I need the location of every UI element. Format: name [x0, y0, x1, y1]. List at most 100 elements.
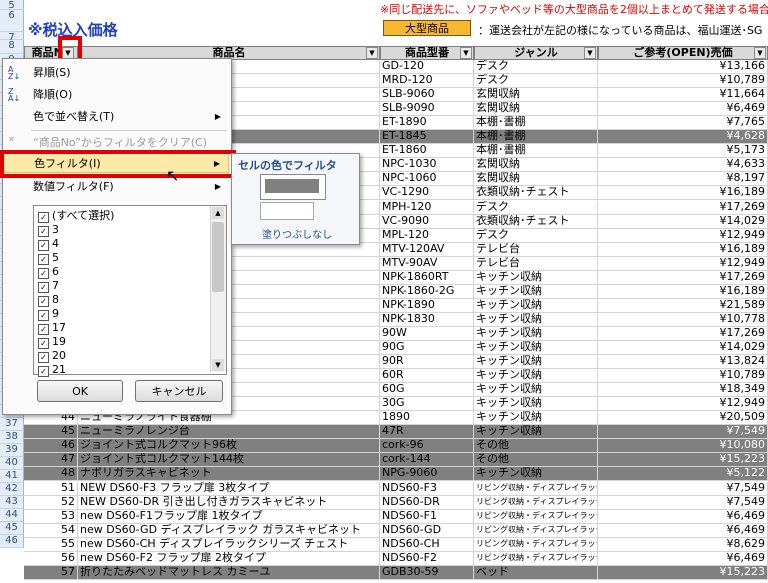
- cell-model[interactable]: 30G: [380, 397, 474, 412]
- cell-model[interactable]: GDB30-59: [380, 565, 474, 580]
- cell-no[interactable]: 52: [24, 495, 78, 510]
- row-header[interactable]: 6: [0, 10, 24, 32]
- cell-no[interactable]: 51: [24, 481, 78, 496]
- checkbox-icon[interactable]: ✓: [38, 296, 49, 307]
- cancel-button[interactable]: キャンセル: [135, 380, 223, 402]
- cell-model[interactable]: GD-120: [380, 60, 474, 74]
- cell-model[interactable]: NDS60-F2: [380, 551, 474, 566]
- row-header[interactable]: 43: [0, 496, 24, 509]
- cell-price[interactable]: ¥4,628: [598, 130, 768, 145]
- cell-genre[interactable]: 衣類収納･チェスト: [474, 186, 598, 201]
- cell-price[interactable]: ¥5,122: [598, 467, 768, 482]
- row-header[interactable]: 40: [0, 457, 24, 470]
- cell-name[interactable]: ジョイント式コルクマット144枚: [78, 453, 380, 468]
- cell-genre[interactable]: キッチン収納: [474, 467, 598, 482]
- cell-name[interactable]: ナポリガラスキャビネット: [78, 467, 380, 482]
- cell-price[interactable]: ¥16,189: [598, 284, 768, 299]
- cell-price[interactable]: ¥7,765: [598, 116, 768, 131]
- cell-model[interactable]: NPK-1890: [380, 298, 474, 313]
- cell-price[interactable]: ¥7,549: [598, 425, 768, 440]
- cell-price[interactable]: ¥7,549: [598, 495, 768, 510]
- cell-genre[interactable]: キッチン収納: [474, 284, 598, 299]
- cell-genre[interactable]: キッチン収納: [474, 326, 598, 341]
- cell-genre[interactable]: リビング収納・ディスプレイラック: [474, 551, 598, 566]
- cell-price[interactable]: ¥12,949: [598, 228, 768, 243]
- checkbox-icon[interactable]: ✓: [38, 240, 49, 251]
- cell-name[interactable]: ジョイント式コルクマット96枚: [78, 439, 380, 454]
- checkbox-icon[interactable]: ✓: [38, 366, 49, 377]
- checkbox-icon[interactable]: ✓: [38, 338, 49, 349]
- scroll-thumb[interactable]: [212, 222, 224, 292]
- cell-name[interactable]: new DS60-F2 フラップ扉 2枚タイプ: [78, 551, 380, 566]
- cell-genre[interactable]: デスク: [474, 74, 598, 89]
- cell-genre[interactable]: キッチン収納: [474, 425, 598, 440]
- cell-genre[interactable]: 玄関収納: [474, 172, 598, 187]
- row-header[interactable]: 44: [0, 509, 24, 522]
- checkbox-icon[interactable]: ✓: [38, 282, 49, 293]
- cell-price[interactable]: ¥13,166: [598, 60, 768, 74]
- row-header[interactable]: 42: [0, 483, 24, 496]
- cell-price[interactable]: ¥14,029: [598, 214, 768, 229]
- row-header[interactable]: 5: [0, 0, 24, 11]
- row-header[interactable]: 37: [0, 418, 24, 431]
- menu-sort-descending[interactable]: Z A↓ 降順(O): [3, 85, 229, 105]
- cell-model[interactable]: 90R: [380, 355, 474, 370]
- filter-list-item[interactable]: ✓ 20: [38, 349, 66, 363]
- cell-price[interactable]: ¥6,469: [598, 102, 768, 117]
- cell-name[interactable]: NEW DS60-F3 フラップ扉 3枚タイプ: [78, 481, 380, 496]
- cell-genre[interactable]: リビング収納・ディスプレイラック: [474, 509, 598, 524]
- cell-model[interactable]: cork-144: [380, 453, 474, 468]
- filter-list-item[interactable]: ✓ 21: [38, 363, 66, 377]
- cell-model[interactable]: NDS60-DR: [380, 495, 474, 510]
- row-header[interactable]: 38: [0, 431, 24, 444]
- filter-dropdown-genre[interactable]: ▼: [584, 47, 596, 59]
- cell-genre[interactable]: 本棚･書棚: [474, 144, 598, 159]
- cell-price[interactable]: ¥18,349: [598, 383, 768, 398]
- cell-price[interactable]: ¥8,197: [598, 172, 768, 187]
- cell-price[interactable]: ¥20,509: [598, 411, 768, 426]
- cell-model[interactable]: 90W: [380, 326, 474, 341]
- cell-no[interactable]: 45: [24, 425, 78, 440]
- cell-price[interactable]: ¥12,949: [598, 256, 768, 271]
- cell-model[interactable]: NDS60-F3: [380, 481, 474, 496]
- row-header[interactable]: 7: [0, 32, 24, 43]
- cell-price[interactable]: ¥6,469: [598, 509, 768, 524]
- cell-price[interactable]: ¥15,223: [598, 565, 768, 580]
- no-fill-swatch[interactable]: [260, 202, 314, 220]
- cell-genre[interactable]: 玄関収納: [474, 102, 598, 117]
- cell-genre[interactable]: キッチン収納: [474, 341, 598, 355]
- cell-model[interactable]: NPC-1060: [380, 172, 474, 187]
- cell-model[interactable]: MPH-120: [380, 200, 474, 215]
- filter-list-item[interactable]: ✓ 17: [38, 321, 66, 335]
- cell-model[interactable]: MTV-120AV: [380, 242, 474, 257]
- cell-price[interactable]: ¥10,778: [598, 312, 768, 327]
- checkbox-icon[interactable]: ✓: [38, 324, 49, 335]
- cell-genre[interactable]: リビング収納・ディスプレイラック: [474, 495, 598, 510]
- scroll-up-icon[interactable]: ▲: [212, 207, 224, 219]
- cell-no[interactable]: 56: [24, 551, 78, 566]
- cell-model[interactable]: 60G: [380, 383, 474, 398]
- cell-price[interactable]: ¥8,629: [598, 537, 768, 552]
- cell-price[interactable]: ¥10,789: [598, 74, 768, 89]
- checkbox-icon[interactable]: ✓: [38, 268, 49, 279]
- cell-model[interactable]: cork-96: [380, 439, 474, 454]
- cell-genre[interactable]: リビング収納・ディスプレイラック: [474, 537, 598, 552]
- checkbox-icon[interactable]: ✓: [38, 254, 49, 265]
- row-header[interactable]: 41: [0, 470, 24, 483]
- cell-price[interactable]: ¥11,664: [598, 88, 768, 103]
- cell-price[interactable]: ¥5,173: [598, 144, 768, 159]
- menu-sort-ascending[interactable]: A Z↓ 昇順(S): [3, 63, 229, 83]
- cell-no[interactable]: 47: [24, 453, 78, 468]
- cell-model[interactable]: MTV-90AV: [380, 256, 474, 271]
- cell-no[interactable]: 46: [24, 439, 78, 454]
- cell-price[interactable]: ¥15,223: [598, 453, 768, 468]
- filter-list-item[interactable]: ✓ 4: [38, 237, 59, 251]
- cell-genre[interactable]: デスク: [474, 228, 598, 243]
- cell-genre[interactable]: キッチン収納: [474, 312, 598, 327]
- cell-genre[interactable]: リビング収納・ディスプレイラック: [474, 481, 598, 496]
- cell-genre[interactable]: キッチン収納: [474, 397, 598, 412]
- cell-genre[interactable]: 本棚･書棚: [474, 130, 598, 145]
- no-fill-label[interactable]: 塗りつぶしなし: [262, 226, 332, 241]
- cell-price[interactable]: ¥4,633: [598, 158, 768, 173]
- cell-model[interactable]: NDS60-GD: [380, 523, 474, 538]
